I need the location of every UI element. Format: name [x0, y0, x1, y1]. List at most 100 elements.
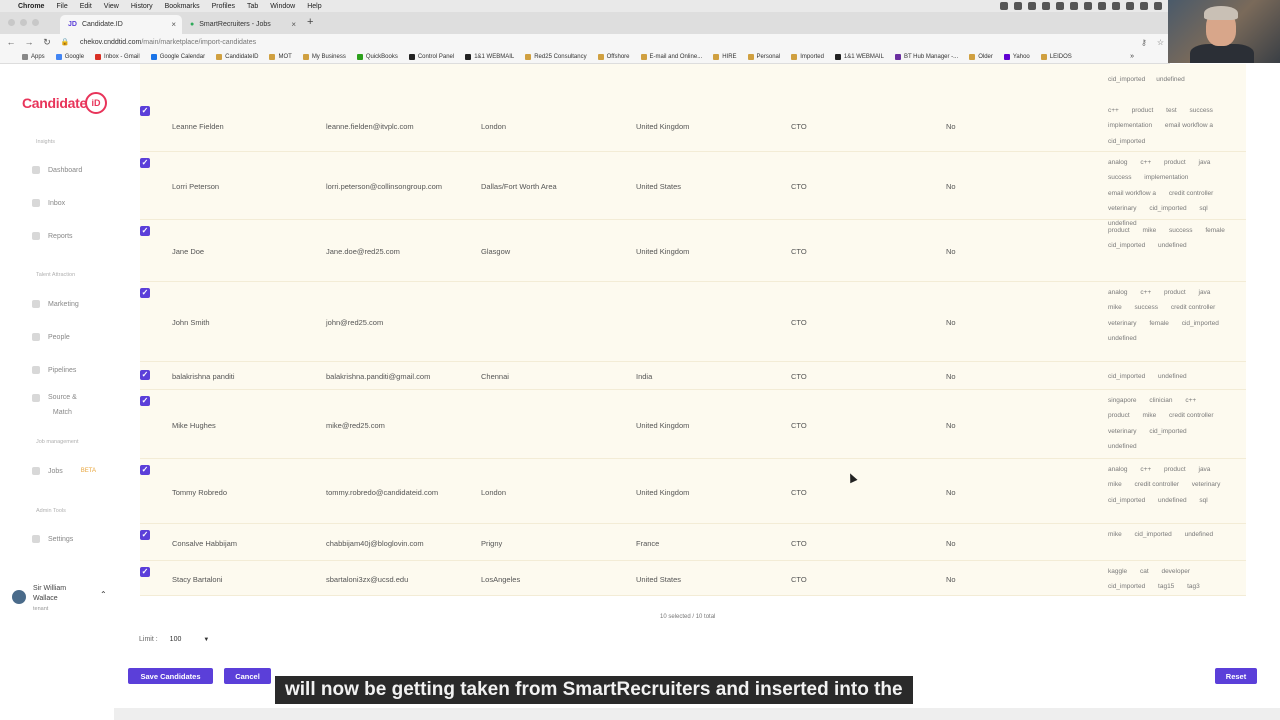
menu-tab[interactable]: Tab [247, 3, 258, 10]
row-checkbox[interactable]: ✓ [140, 530, 150, 540]
menu-help[interactable]: Help [307, 3, 321, 10]
bookmark-email-online[interactable]: E-mail and Online... [640, 53, 702, 60]
menu-chrome[interactable]: Chrome [18, 3, 44, 10]
table-row[interactable]: ✓ Lorri Peterson lorri.peterson@collinsong… [140, 152, 1246, 227]
tray-icon[interactable] [1126, 2, 1134, 10]
bookmark-star-icon[interactable]: ☆ [1157, 38, 1164, 47]
back-icon[interactable]: ← [4, 37, 18, 47]
tray-icon[interactable] [1014, 2, 1022, 10]
bookmark-quickbooks[interactable]: QuickBooks [356, 53, 398, 60]
bookmark-older[interactable]: Older [969, 53, 993, 60]
menu-history[interactable]: History [131, 3, 153, 10]
tray-icon[interactable] [1154, 2, 1162, 10]
row-checkbox[interactable]: ✓ [140, 158, 150, 168]
bookmark-imported[interactable]: Imported [791, 53, 824, 60]
table-row[interactable]: ✓ Jane Doe Jane.doe@red25.com Glasgow United… [140, 220, 1246, 282]
sidebar-item-source-match[interactable]: Source & Match [32, 390, 77, 420]
menu-file[interactable]: File [56, 3, 67, 10]
sidebar-item-pipelines[interactable]: Pipelines [32, 366, 76, 374]
sidebar-item-inbox[interactable]: Inbox [32, 199, 65, 207]
bookmark-bt-hub[interactable]: BT Hub Manager -... [894, 53, 958, 60]
tab-smartrecruiters[interactable]: ● SmartRecruiters - Jobs × [182, 15, 302, 34]
tray-icon[interactable] [1028, 2, 1036, 10]
key-icon[interactable]: ⚷ [1141, 38, 1147, 47]
maximize-window-button[interactable] [32, 19, 39, 26]
tray-icon[interactable] [1084, 2, 1092, 10]
tray-icon[interactable] [1000, 2, 1008, 10]
forward-icon[interactable]: → [22, 37, 36, 47]
cancel-button[interactable]: Cancel [224, 668, 271, 684]
row-checkbox[interactable]: ✓ [140, 106, 150, 116]
menu-edit[interactable]: Edit [80, 3, 92, 10]
bookmark-webmail-2[interactable]: 1&1 WEBMAIL [834, 53, 884, 60]
bookmark-mot[interactable]: MOT [269, 53, 292, 60]
url-path: /main/marketplace/import-candidates [141, 38, 257, 46]
bookmark-gmail[interactable]: Inbox - Gmail [95, 53, 140, 60]
table-row[interactable]: ✓ Leanne Fielden leanne.fielden@itvplc.com… [140, 100, 1246, 152]
bookmark-webmail[interactable]: 1&1 WEBMAIL [465, 53, 514, 60]
table-row[interactable]: ✓ Consalve Habbijam chabbijam40j@bloglovin… [140, 524, 1246, 561]
bookmark-candidateid[interactable]: CandidateID [216, 53, 258, 60]
menu-bookmarks[interactable]: Bookmarks [165, 3, 200, 10]
reset-button[interactable]: Reset [1215, 668, 1257, 684]
tag: credit controller [1168, 189, 1214, 197]
table-row[interactable]: ✓ John Smith john@red25.com CTO No analog c++… [140, 282, 1246, 362]
close-tab-icon[interactable]: × [171, 20, 176, 29]
sidebar-item-settings[interactable]: Settings [32, 535, 73, 543]
bookmark-offshore[interactable]: Offshore [597, 53, 630, 60]
candidateid-logo[interactable]: Candidate iD [22, 92, 107, 114]
user-profile[interactable]: Sir William Wallace tenant ⌃ [12, 584, 107, 614]
bookmark-hire[interactable]: HIRE [713, 53, 737, 60]
tray-icon[interactable] [1070, 2, 1078, 10]
row-checkbox[interactable]: ✓ [140, 567, 150, 577]
chevron-up-icon[interactable]: ⌃ [100, 590, 107, 599]
close-tab-icon[interactable]: × [291, 20, 296, 29]
row-checkbox[interactable]: ✓ [140, 370, 150, 380]
save-candidates-button[interactable]: Save Candidates [128, 668, 213, 684]
table-row[interactable]: ✓ Mike Hughes mike@red25.com United Kingdom… [140, 390, 1246, 459]
tray-icon[interactable] [1042, 2, 1050, 10]
candidate-city: Chennai [481, 372, 509, 381]
close-window-button[interactable] [8, 19, 15, 26]
sidebar-item-dashboard[interactable]: Dashboard [32, 166, 82, 174]
lock-icon[interactable]: 🔒 [58, 38, 72, 46]
row-checkbox[interactable]: ✓ [140, 288, 150, 298]
tray-icon[interactable] [1140, 2, 1148, 10]
bookmark-calendar[interactable]: Google Calendar [150, 53, 205, 60]
more-bookmarks-icon[interactable]: » [1130, 53, 1134, 60]
row-checkbox[interactable]: ✓ [140, 396, 150, 406]
tray-icon[interactable] [1056, 2, 1064, 10]
tag: credit controller [1169, 412, 1214, 420]
new-tab-icon[interactable]: + [307, 16, 313, 28]
bookmark-my-business[interactable]: My Business [302, 53, 346, 60]
row-checkbox[interactable]: ✓ [140, 226, 150, 236]
bookmark-red25[interactable]: Red25 Consultancy [525, 53, 587, 60]
bookmark-yahoo[interactable]: Yahoo [1003, 53, 1030, 60]
table-row[interactable]: ✓ Tommy Robredo tommy.robredo@candidateid.… [140, 459, 1246, 524]
table-row[interactable]: ✓ Stacy Bartaloni sbartaloni3zx@ucsd.edu Lo… [140, 561, 1246, 596]
candidate-title: CTO [791, 538, 807, 548]
bookmark-apps[interactable]: Apps [22, 53, 45, 60]
menu-view[interactable]: View [104, 3, 119, 10]
bookmark-google[interactable]: Google [55, 53, 84, 60]
row-checkbox[interactable]: ✓ [140, 465, 150, 475]
minimize-window-button[interactable] [20, 19, 27, 26]
limit-select[interactable]: 100 ▼ [170, 636, 210, 643]
tray-icon[interactable] [1098, 2, 1106, 10]
tab-candidate-id[interactable]: JD Candidate.ID × [60, 15, 182, 34]
url-field[interactable]: chekov.cnddtid.com/main/marketplace/impo… [80, 39, 256, 46]
sidebar-item-jobs[interactable]: Jobs BETA [32, 467, 96, 475]
table-row[interactable]: ✓ balakrishna panditi balakrishna.panditi@… [140, 362, 1246, 390]
tab-label: Candidate.ID [81, 21, 123, 28]
menu-window[interactable]: Window [270, 3, 295, 10]
sidebar-item-reports[interactable]: Reports [32, 232, 73, 240]
bookmark-personal[interactable]: Personal [747, 53, 780, 60]
sidebar-item-marketing[interactable]: Marketing [32, 300, 79, 308]
reload-icon[interactable]: ↻ [40, 37, 54, 48]
tray-icon[interactable] [1112, 2, 1120, 10]
bookmark-leidos[interactable]: LEIDOS [1040, 53, 1072, 60]
menu-profiles[interactable]: Profiles [212, 3, 235, 10]
bookmark-control-panel[interactable]: Control Panel [408, 53, 454, 60]
tag: product [1164, 289, 1186, 296]
sidebar-item-people[interactable]: People [32, 333, 70, 341]
